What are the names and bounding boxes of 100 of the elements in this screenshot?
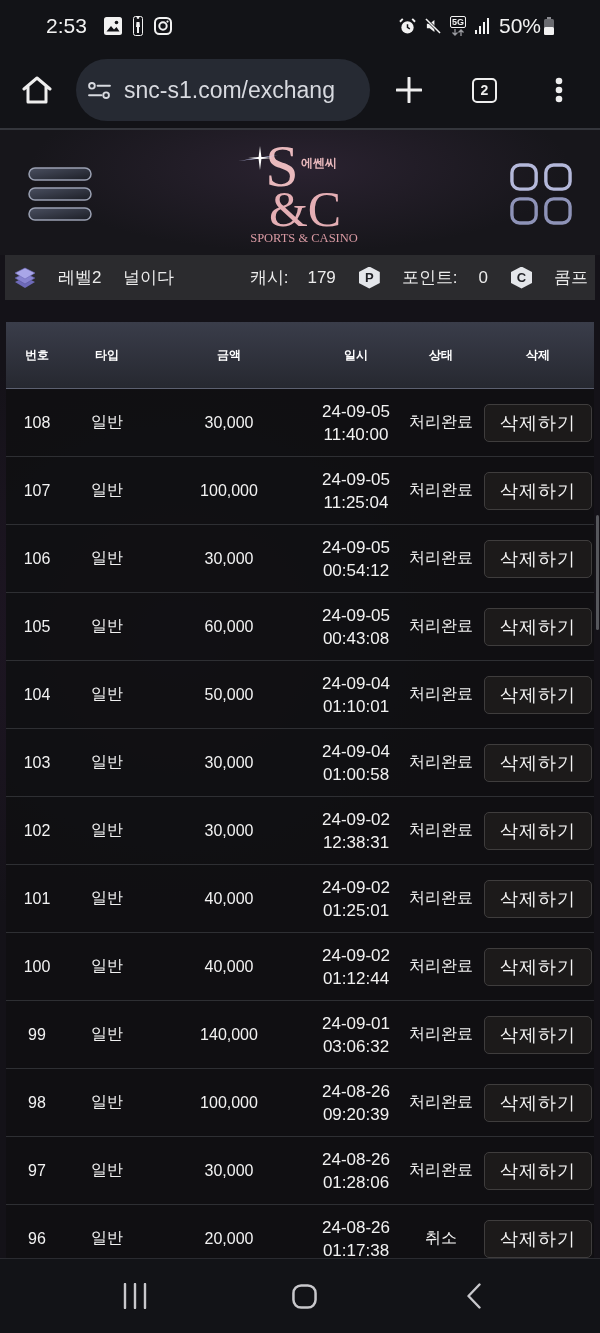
delete-button[interactable]: 삭제하기 [484, 403, 592, 442]
table-cell-text: 24-09-02 12:38:31 [320, 808, 392, 854]
menu-icon[interactable] [28, 166, 92, 221]
table-cell-text: 106 [22, 549, 52, 568]
table-cell-text: 40,000 [203, 957, 255, 976]
logo-tagline: SPORTS & CASINO [250, 230, 358, 246]
delete-button[interactable]: 삭제하기 [484, 1015, 592, 1054]
table-cell-text: 100,000 [199, 481, 259, 500]
table-cell-text: 24-08-26 01:17:38 [320, 1216, 392, 1258]
table-cell-text: 처리완료 [408, 888, 474, 908]
delete-button[interactable]: 삭제하기 [484, 607, 592, 646]
table-cell-text: 처리완료 [408, 684, 474, 704]
table-cell-text: 취소 [424, 1228, 458, 1248]
data-arrows-icon [450, 29, 465, 36]
table-cell-text: 일반 [90, 956, 124, 976]
delete-button[interactable]: 삭제하기 [484, 879, 592, 918]
delete-button[interactable]: 삭제하기 [484, 1083, 592, 1122]
table-cell-text: 처리완료 [408, 752, 474, 772]
recent-apps-icon[interactable] [123, 1283, 147, 1309]
clock-time: 2:53 [46, 14, 87, 38]
cash-amount: 179 [307, 267, 336, 288]
table-cell-text: 96 [27, 1229, 47, 1248]
network-type-label: 5G [449, 16, 466, 28]
level-label: 레벨2 [58, 267, 102, 289]
table-cell-text: 40,000 [203, 889, 255, 908]
tab-count-button[interactable]: 2 [472, 77, 497, 103]
table-cell-text: 처리완료 [408, 480, 474, 500]
delete-button[interactable]: 삭제하기 [484, 471, 592, 510]
table-cell-text: 일반 [90, 1228, 124, 1248]
column-header: 삭제 [525, 346, 551, 364]
delete-button[interactable]: 삭제하기 [484, 1219, 592, 1258]
table-cell-text: 108 [22, 413, 52, 432]
column-header: 금액 [216, 346, 242, 364]
table-cell-text: 30,000 [203, 549, 255, 568]
table-cell-text: 103 [22, 753, 52, 772]
table-cell-text: 50,000 [203, 685, 255, 704]
table-cell-text: 일반 [90, 820, 124, 840]
table-cell-text: 107 [22, 481, 52, 500]
cash-label: 캐시: [249, 267, 289, 289]
table-cell-text: 20,000 [203, 1229, 255, 1248]
column-header: 일시 [343, 346, 369, 364]
new-tab-plus-icon[interactable] [396, 77, 422, 103]
address-bar[interactable]: snc-s1.com/exchang [76, 59, 370, 121]
back-icon[interactable] [467, 1283, 481, 1309]
comp-label[interactable]: 콤프 [554, 266, 588, 289]
comp-badge: C [511, 266, 532, 289]
table-cell-text: 처리완료 [408, 548, 474, 568]
username: 널이다 [123, 267, 175, 289]
home-icon[interactable] [292, 1283, 317, 1309]
column-header: 타입 [94, 346, 120, 364]
table-cell-text: 24-09-02 01:25:01 [320, 876, 392, 922]
table-cell-text: 24-09-05 11:40:00 [320, 400, 392, 446]
site-settings-icon[interactable] [88, 81, 111, 99]
table-cell-text: 24-09-04 01:00:58 [320, 740, 392, 786]
table-cell-text: 100 [22, 957, 52, 976]
table-cell-text: 30,000 [203, 753, 255, 772]
grid-menu-icon[interactable] [510, 162, 572, 225]
table-cell-text: 98 [27, 1093, 47, 1112]
table-cell-text: 24-09-02 01:12:44 [320, 944, 392, 990]
table-cell-text: 105 [22, 617, 52, 636]
table-cell-text: 30,000 [203, 413, 255, 432]
delete-button[interactable]: 삭제하기 [484, 811, 592, 850]
table-cell-text: 24-09-04 01:10:01 [320, 672, 392, 718]
table-cell-text: 일반 [90, 412, 124, 432]
delete-button[interactable]: 삭제하기 [484, 743, 592, 782]
table-cell-text: 처리완료 [408, 616, 474, 636]
scrollbar-thumb[interactable] [596, 515, 599, 630]
table-cell-text: 처리완료 [408, 820, 474, 840]
battery-icon [544, 17, 554, 35]
table-cell-text: 처리완료 [408, 1024, 474, 1044]
table-cell-text: 일반 [90, 888, 124, 908]
points-amount: 0 [478, 267, 488, 288]
logo-monogram: S [265, 143, 299, 188]
table-cell-text: 일반 [90, 548, 124, 568]
logo-korean-text: 에쎈씨 [300, 155, 337, 170]
table-cell-text: 처리완료 [408, 412, 474, 432]
table-cell-text: 24-09-05 00:43:08 [320, 604, 392, 650]
column-header: 번호 [24, 346, 50, 364]
points-label: 포인트: [401, 267, 458, 289]
table-cell-text: 60,000 [203, 617, 255, 636]
camera-icon [153, 17, 172, 35]
column-header: 상태 [428, 346, 454, 364]
table-cell-text: 일반 [90, 480, 124, 500]
delete-button[interactable]: 삭제하기 [484, 675, 592, 714]
table-cell-text: 처리완료 [408, 1160, 474, 1180]
delete-button[interactable]: 삭제하기 [484, 947, 592, 986]
image-icon [103, 17, 122, 35]
table-cell-text: 24-08-26 01:28:06 [320, 1148, 392, 1194]
table-cell-text: 24-08-26 09:20:39 [320, 1080, 392, 1126]
more-menu-icon[interactable] [555, 77, 563, 103]
table-cell-text: 일반 [90, 684, 124, 704]
alarm-clock-icon [398, 17, 416, 35]
table-cell-text: 처리완료 [408, 1092, 474, 1112]
table-cell-text: 30,000 [203, 1161, 255, 1180]
table-cell-text: 일반 [90, 1160, 124, 1180]
signal-icon [474, 18, 489, 34]
delete-button[interactable]: 삭제하기 [484, 1151, 592, 1190]
table-cell-text: 일반 [90, 752, 124, 772]
delete-button[interactable]: 삭제하기 [484, 539, 592, 578]
table-cell-text: 99 [27, 1025, 47, 1044]
